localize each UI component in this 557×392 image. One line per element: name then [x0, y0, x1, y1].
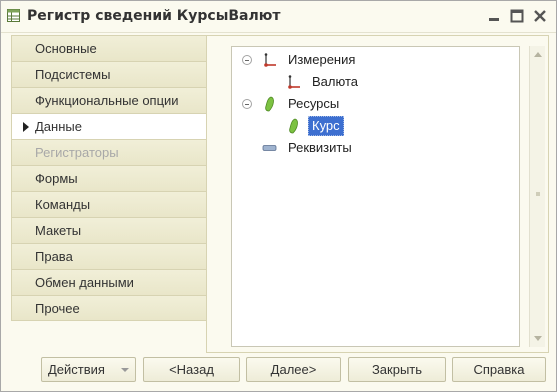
data-panel: Измерения Валюта Ресурсы Курс Реквизиты: [206, 35, 549, 353]
collapse-toggle-icon[interactable]: [242, 55, 252, 65]
vertical-scrollbar[interactable]: [529, 46, 545, 347]
maximize-icon[interactable]: [508, 7, 526, 25]
dimension-icon: [288, 75, 300, 89]
section-tabs: Основные Подсистемы Функциональные опции…: [11, 35, 207, 321]
actions-button[interactable]: Действия: [41, 357, 136, 382]
tab-label: Формы: [35, 171, 78, 186]
resource-icon: [289, 118, 298, 134]
tab-label: Данные: [35, 119, 82, 134]
tab-data-exchange[interactable]: Обмен данными: [11, 269, 207, 295]
resource-icon: [265, 96, 274, 112]
metadata-tree[interactable]: Измерения Валюта Ресурсы Курс Реквизиты: [231, 46, 520, 347]
footer-buttons: Действия <Назад Далее> Закрыть Справка: [1, 355, 556, 391]
tree-label: Измерения: [288, 52, 356, 67]
tab-rights[interactable]: Права: [11, 243, 207, 269]
tab-commands[interactable]: Команды: [11, 191, 207, 217]
back-label: <Назад: [169, 362, 214, 377]
tree-label: Ресурсы: [288, 96, 340, 111]
close-icon[interactable]: [531, 7, 549, 25]
actions-label: Действия: [48, 362, 105, 377]
scroll-up-icon[interactable]: [534, 52, 542, 57]
next-button[interactable]: Далее>: [246, 357, 341, 382]
tab-label: Прочее: [35, 301, 80, 316]
tab-label: Регистраторы: [35, 145, 119, 160]
tab-templates[interactable]: Макеты: [11, 217, 207, 243]
dimension-icon: [264, 53, 276, 67]
tree-node-rate[interactable]: Курс: [232, 116, 512, 136]
tree-node-resources[interactable]: Ресурсы: [232, 94, 512, 114]
scroll-thumb-grip-icon[interactable]: [536, 192, 540, 196]
scroll-down-icon[interactable]: [534, 336, 542, 341]
help-label: Справка: [473, 362, 525, 377]
register-window: Регистр сведений КурсыВалют Основные Под…: [0, 0, 557, 392]
title-bar: Регистр сведений КурсыВалют: [1, 1, 556, 33]
tree-label: Реквизиты: [288, 140, 352, 155]
next-label: Далее>: [270, 362, 317, 377]
tab-forms[interactable]: Формы: [11, 165, 207, 191]
tab-subsystems[interactable]: Подсистемы: [11, 61, 207, 87]
tab-label: Основные: [35, 41, 97, 56]
close-label: Закрыть: [371, 362, 423, 377]
tree-node-attributes[interactable]: Реквизиты: [232, 138, 512, 158]
tree-label: Валюта: [312, 74, 358, 89]
minimize-icon[interactable]: [485, 7, 503, 25]
tab-recorders[interactable]: Регистраторы: [11, 139, 207, 165]
tab-label: Права: [35, 249, 73, 264]
tab-label: Подсистемы: [35, 67, 111, 82]
chevron-down-icon: [121, 368, 129, 372]
attribute-icon: [262, 145, 277, 151]
tab-label: Макеты: [35, 223, 82, 238]
tree-label-selected: Курс: [308, 116, 344, 136]
tab-main[interactable]: Основные: [11, 35, 207, 61]
close-button[interactable]: Закрыть: [348, 357, 446, 382]
tab-label: Команды: [35, 197, 91, 212]
tab-label: Обмен данными: [35, 275, 134, 290]
register-table-icon: [7, 9, 20, 22]
back-button[interactable]: <Назад: [143, 357, 240, 382]
tab-data[interactable]: Данные: [11, 113, 207, 139]
tab-label: Функциональные опции: [35, 93, 179, 108]
tab-other[interactable]: Прочее: [11, 295, 207, 321]
active-tab-arrow-icon: [23, 122, 29, 132]
tree-node-currency[interactable]: Валюта: [232, 72, 512, 92]
collapse-toggle-icon[interactable]: [242, 99, 252, 109]
tab-functional-options[interactable]: Функциональные опции: [11, 87, 207, 113]
help-button[interactable]: Справка: [452, 357, 546, 382]
tree-node-dimensions[interactable]: Измерения: [232, 50, 512, 70]
window-title: Регистр сведений КурсыВалют: [27, 8, 281, 24]
